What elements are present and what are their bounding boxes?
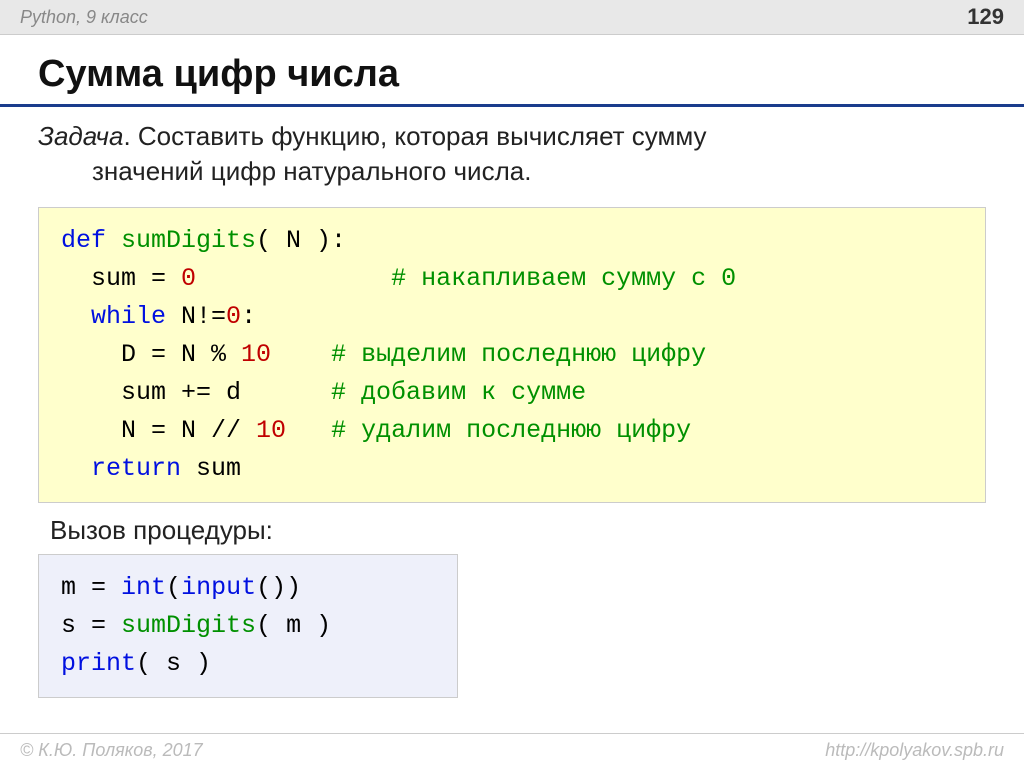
fn-name: sumDigits	[106, 226, 256, 255]
task-line1: . Составить функцию, которая вычисляет с…	[123, 121, 706, 151]
code-block-main: def sumDigits( N ): sum = 0 # накапливае…	[38, 207, 986, 503]
page-title: Сумма цифр числа	[0, 35, 1024, 107]
slide-header: Python, 9 класс 129	[0, 0, 1024, 35]
code-pad	[196, 264, 391, 293]
fn-input: input	[181, 573, 256, 602]
fn-int: int	[121, 573, 166, 602]
code-text: =	[136, 416, 181, 445]
code-text: (	[166, 573, 181, 602]
code-comment: # удалим последнюю цифру	[331, 416, 691, 445]
code-num: 10	[256, 416, 286, 445]
code-text: N	[61, 416, 136, 445]
code-text: =	[76, 611, 121, 640]
task-text: Задача. Составить функцию, которая вычис…	[0, 107, 1024, 199]
code-text: ())	[256, 573, 301, 602]
code-text: ( s )	[136, 649, 211, 678]
code-text: =	[136, 264, 181, 293]
header-left: Python, 9 класс	[20, 7, 148, 28]
code-text: ( N ):	[256, 226, 346, 255]
subheading: Вызов процедуры:	[0, 511, 1024, 546]
fn-print: print	[61, 649, 136, 678]
kw-return: return	[61, 454, 181, 483]
code-num: 10	[241, 340, 271, 369]
code-text: :	[241, 302, 256, 331]
code-text: N //	[181, 416, 256, 445]
page-number: 129	[967, 4, 1004, 30]
code-pad	[271, 340, 331, 369]
code-text: ( m )	[256, 611, 331, 640]
footer-left: © К.Ю. Поляков, 2017	[20, 740, 203, 761]
code-text: sum += d	[61, 378, 331, 407]
slide-footer: © К.Ю. Поляков, 2017 http://kpolyakov.sp…	[0, 733, 1024, 767]
code-comment: # накапливаем сумму с 0	[391, 264, 736, 293]
code-comment: # добавим к сумме	[331, 378, 586, 407]
fn-call: sumDigits	[121, 611, 256, 640]
code-num: 0	[226, 302, 241, 331]
kw-while: while	[61, 302, 166, 331]
code-text: N %	[181, 340, 241, 369]
code-text: N!=	[166, 302, 226, 331]
kw-def: def	[61, 226, 106, 255]
code-num: 0	[181, 264, 196, 293]
code-pad	[286, 416, 331, 445]
code-text: sum	[181, 454, 241, 483]
task-line2: значений цифр натурального числа.	[38, 154, 986, 189]
code-block-call: m = int(input()) s = sumDigits( m ) prin…	[38, 554, 458, 698]
code-text: D	[61, 340, 136, 369]
code-text: sum	[61, 264, 136, 293]
footer-right: http://kpolyakov.spb.ru	[825, 740, 1004, 761]
code-text: =	[76, 573, 121, 602]
code-text: m	[61, 573, 76, 602]
task-label: Задача	[38, 121, 123, 151]
code-text: s	[61, 611, 76, 640]
code-comment: # выделим последнюю цифру	[331, 340, 706, 369]
code-text: =	[136, 340, 181, 369]
